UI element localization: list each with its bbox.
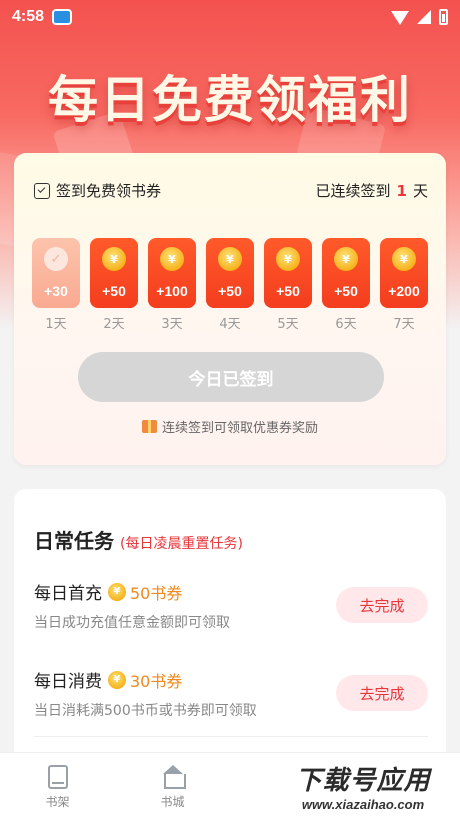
- day-label: 2天: [103, 317, 125, 332]
- checkin-day[interactable]: ¥ +200 7天: [380, 238, 428, 332]
- checkin-day[interactable]: ¥ +100 3天: [148, 238, 196, 332]
- gift-icon: [141, 420, 157, 433]
- task-item: 每日消费 ¥ 30书券 当日消耗满500书币或书券即可领取 去完成: [34, 667, 428, 723]
- coin-icon: ¥: [102, 247, 126, 271]
- status-bar: 4:58: [0, 0, 460, 34]
- coin-icon: ¥: [218, 247, 242, 271]
- task-reward: 50书券: [130, 583, 183, 603]
- checkin-day[interactable]: ✓ +30 1天: [32, 238, 80, 332]
- day-card: ¥ +50: [322, 238, 370, 308]
- checkin-header: 签到免费领书券 已连续签到 1 天: [34, 180, 428, 201]
- task-name: 每日首充: [34, 584, 102, 604]
- coin-icon: ¥: [108, 582, 126, 601]
- nav-label: 书架: [45, 795, 70, 809]
- day-label: 4天: [219, 317, 241, 332]
- day-card: ¥ +50: [206, 238, 254, 308]
- task-item: 每日首充 ¥ 50书券 当日成功充值任意金额即可领取 去完成: [34, 579, 428, 635]
- tasks-title: 日常任务: [34, 529, 114, 553]
- daily-tasks-card: 日常任务 (每日凌晨重置任务) 每日首充 ¥ 50书券 当日成功充值任意金额即可…: [14, 489, 446, 769]
- day-card: ¥ +200: [380, 238, 428, 308]
- page-title: 每日免费领福利: [48, 71, 412, 129]
- nav-item-bookshelf[interactable]: 书架: [0, 753, 115, 818]
- nav-label: 书城: [160, 795, 185, 809]
- streak-suffix: 天: [412, 182, 428, 200]
- day-amount: +30: [44, 283, 68, 299]
- app-notification-icon: [52, 9, 73, 25]
- day-card: ¥ +50: [264, 238, 312, 308]
- calendar-check-icon: [34, 182, 50, 199]
- day-amount: +200: [388, 283, 420, 299]
- day-amount: +50: [334, 283, 358, 299]
- day-label: 5天: [277, 317, 299, 332]
- checkin-heading: 签到免费领书券: [56, 182, 162, 200]
- checkin-day[interactable]: ¥ +50 6天: [322, 238, 370, 332]
- day-amount: +50: [218, 283, 242, 299]
- day-label: 1天: [45, 317, 67, 332]
- divider: [34, 736, 428, 737]
- day-card: ¥ +50: [90, 238, 138, 308]
- nav-item-bookstore[interactable]: 书城: [115, 753, 230, 818]
- bookshelf-icon: [47, 765, 68, 789]
- watermark-text: 下载号应用: [295, 766, 431, 796]
- coin-icon: ¥: [334, 247, 358, 271]
- status-time: 4:58: [12, 8, 45, 25]
- coin-icon: ¥: [392, 247, 416, 271]
- task-complete-button[interactable]: 去完成: [336, 587, 428, 623]
- day-amount: +50: [102, 283, 126, 299]
- status-icons: [391, 9, 448, 25]
- task-complete-button[interactable]: 去完成: [336, 675, 428, 711]
- watermark: 下载号应用 www.xiazaihao.com: [274, 758, 452, 814]
- wifi-icon: [391, 11, 409, 25]
- check-icon: ✓: [44, 247, 68, 271]
- checkin-day[interactable]: ¥ +50 4天: [206, 238, 254, 332]
- checkin-tip-text: 连续签到可领取优惠券奖励: [161, 421, 318, 436]
- checkin-day[interactable]: ¥ +50 5天: [264, 238, 312, 332]
- tasks-subtitle: (每日凌晨重置任务): [120, 536, 243, 552]
- checkin-day[interactable]: ¥ +50 2天: [90, 238, 138, 332]
- task-name: 每日消费: [34, 672, 102, 692]
- day-amount: +100: [156, 283, 188, 299]
- day-amount: +50: [276, 283, 300, 299]
- coin-icon: ¥: [276, 247, 300, 271]
- checkin-card: 签到免费领书券 已连续签到 1 天 ✓ +30 1天 ¥ +50 2天 ¥ +1…: [14, 153, 446, 465]
- day-label: 7天: [393, 317, 415, 332]
- tasks-header: 日常任务 (每日凌晨重置任务): [34, 525, 243, 554]
- day-label: 6天: [335, 317, 357, 332]
- coin-icon: ¥: [108, 670, 126, 689]
- task-reward: 30书券: [130, 671, 183, 691]
- streak-info: 已连续签到 1 天: [316, 180, 428, 201]
- watermark-url: www.xiazaihao.com: [301, 797, 425, 812]
- streak-prefix: 已连续签到: [315, 182, 391, 200]
- bookstore-icon: [160, 765, 186, 789]
- coin-icon: ¥: [160, 247, 184, 271]
- checkin-button[interactable]: 今日已签到: [78, 352, 384, 402]
- signal-icon: [417, 10, 431, 24]
- streak-count: 1: [396, 182, 407, 200]
- day-card: ✓ +30: [32, 238, 80, 308]
- day-card: ¥ +100: [148, 238, 196, 308]
- day-label: 3天: [161, 317, 183, 332]
- battery-icon: [439, 9, 448, 25]
- checkin-tip: 连续签到可领取优惠券奖励: [14, 417, 446, 436]
- checkin-days: ✓ +30 1天 ¥ +50 2天 ¥ +100 3天 ¥ +50 4天 ¥ +…: [32, 238, 428, 332]
